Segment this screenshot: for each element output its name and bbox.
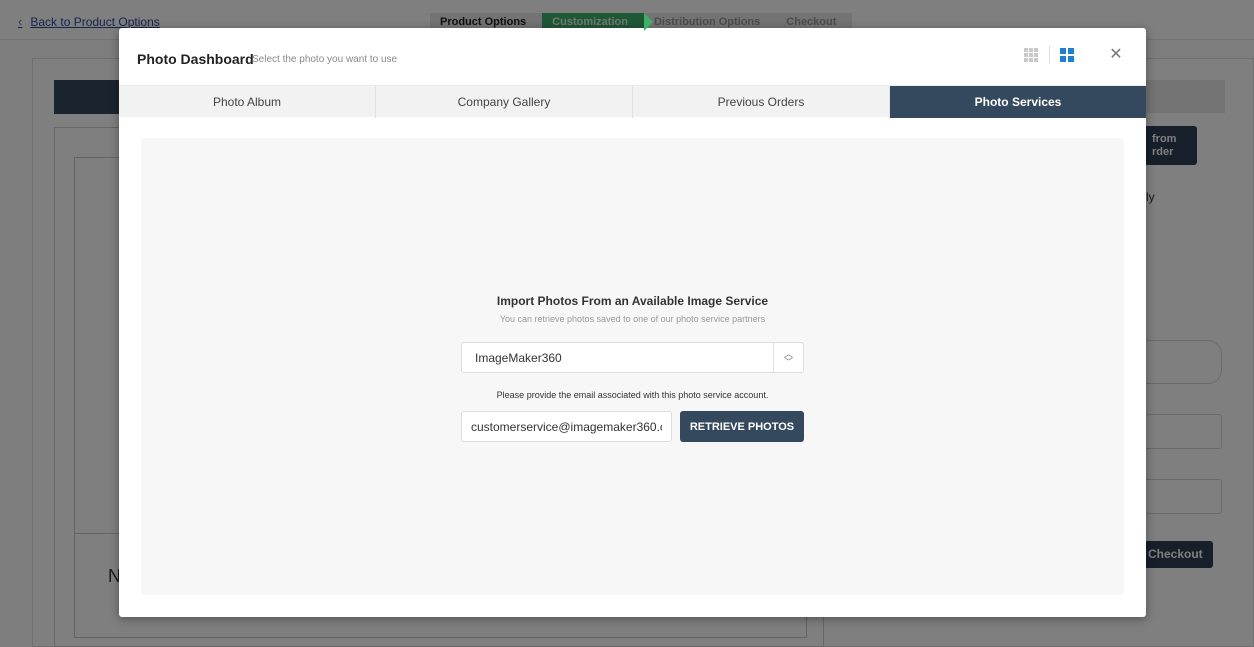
close-icon[interactable]: ✕ [1107, 45, 1125, 65]
tab-company-gallery[interactable]: Company Gallery [376, 86, 633, 118]
photo-dashboard-modal: Photo Dashboard Select the photo you wan… [119, 28, 1146, 617]
grid-large-icon[interactable] [1060, 48, 1074, 62]
chevron-up-down-icon: ︿ ﹀ [773, 343, 803, 372]
email-note: Please provide the email associated with… [496, 390, 769, 400]
photo-services-panel: Import Photos From an Available Image Se… [141, 138, 1124, 595]
tab-photo-services[interactable]: Photo Services [890, 86, 1146, 118]
import-subtitle: You can retrieve photos saved to one of … [499, 314, 766, 324]
service-select-value: ImageMaker360 [475, 351, 562, 365]
import-title: Import Photos From an Available Image Se… [496, 294, 769, 308]
modal-subtitle: Select the photo you want to use [252, 54, 398, 65]
modal-header: Photo Dashboard Select the photo you wan… [119, 28, 1146, 85]
tab-previous-orders[interactable]: Previous Orders [633, 86, 890, 118]
tab-photo-album[interactable]: Photo Album [119, 86, 376, 118]
retrieve-photos-button[interactable]: RETRIEVE PHOTOS [680, 411, 804, 442]
modal-title: Photo Dashboard [137, 51, 254, 67]
grid-small-icon[interactable] [1024, 48, 1038, 62]
view-toggle-divider [1049, 46, 1050, 64]
email-input[interactable] [461, 411, 672, 442]
service-select[interactable]: ImageMaker360 ︿ ﹀ [461, 342, 804, 373]
modal-tabs: Photo Album Company Gallery Previous Ord… [119, 85, 1146, 118]
